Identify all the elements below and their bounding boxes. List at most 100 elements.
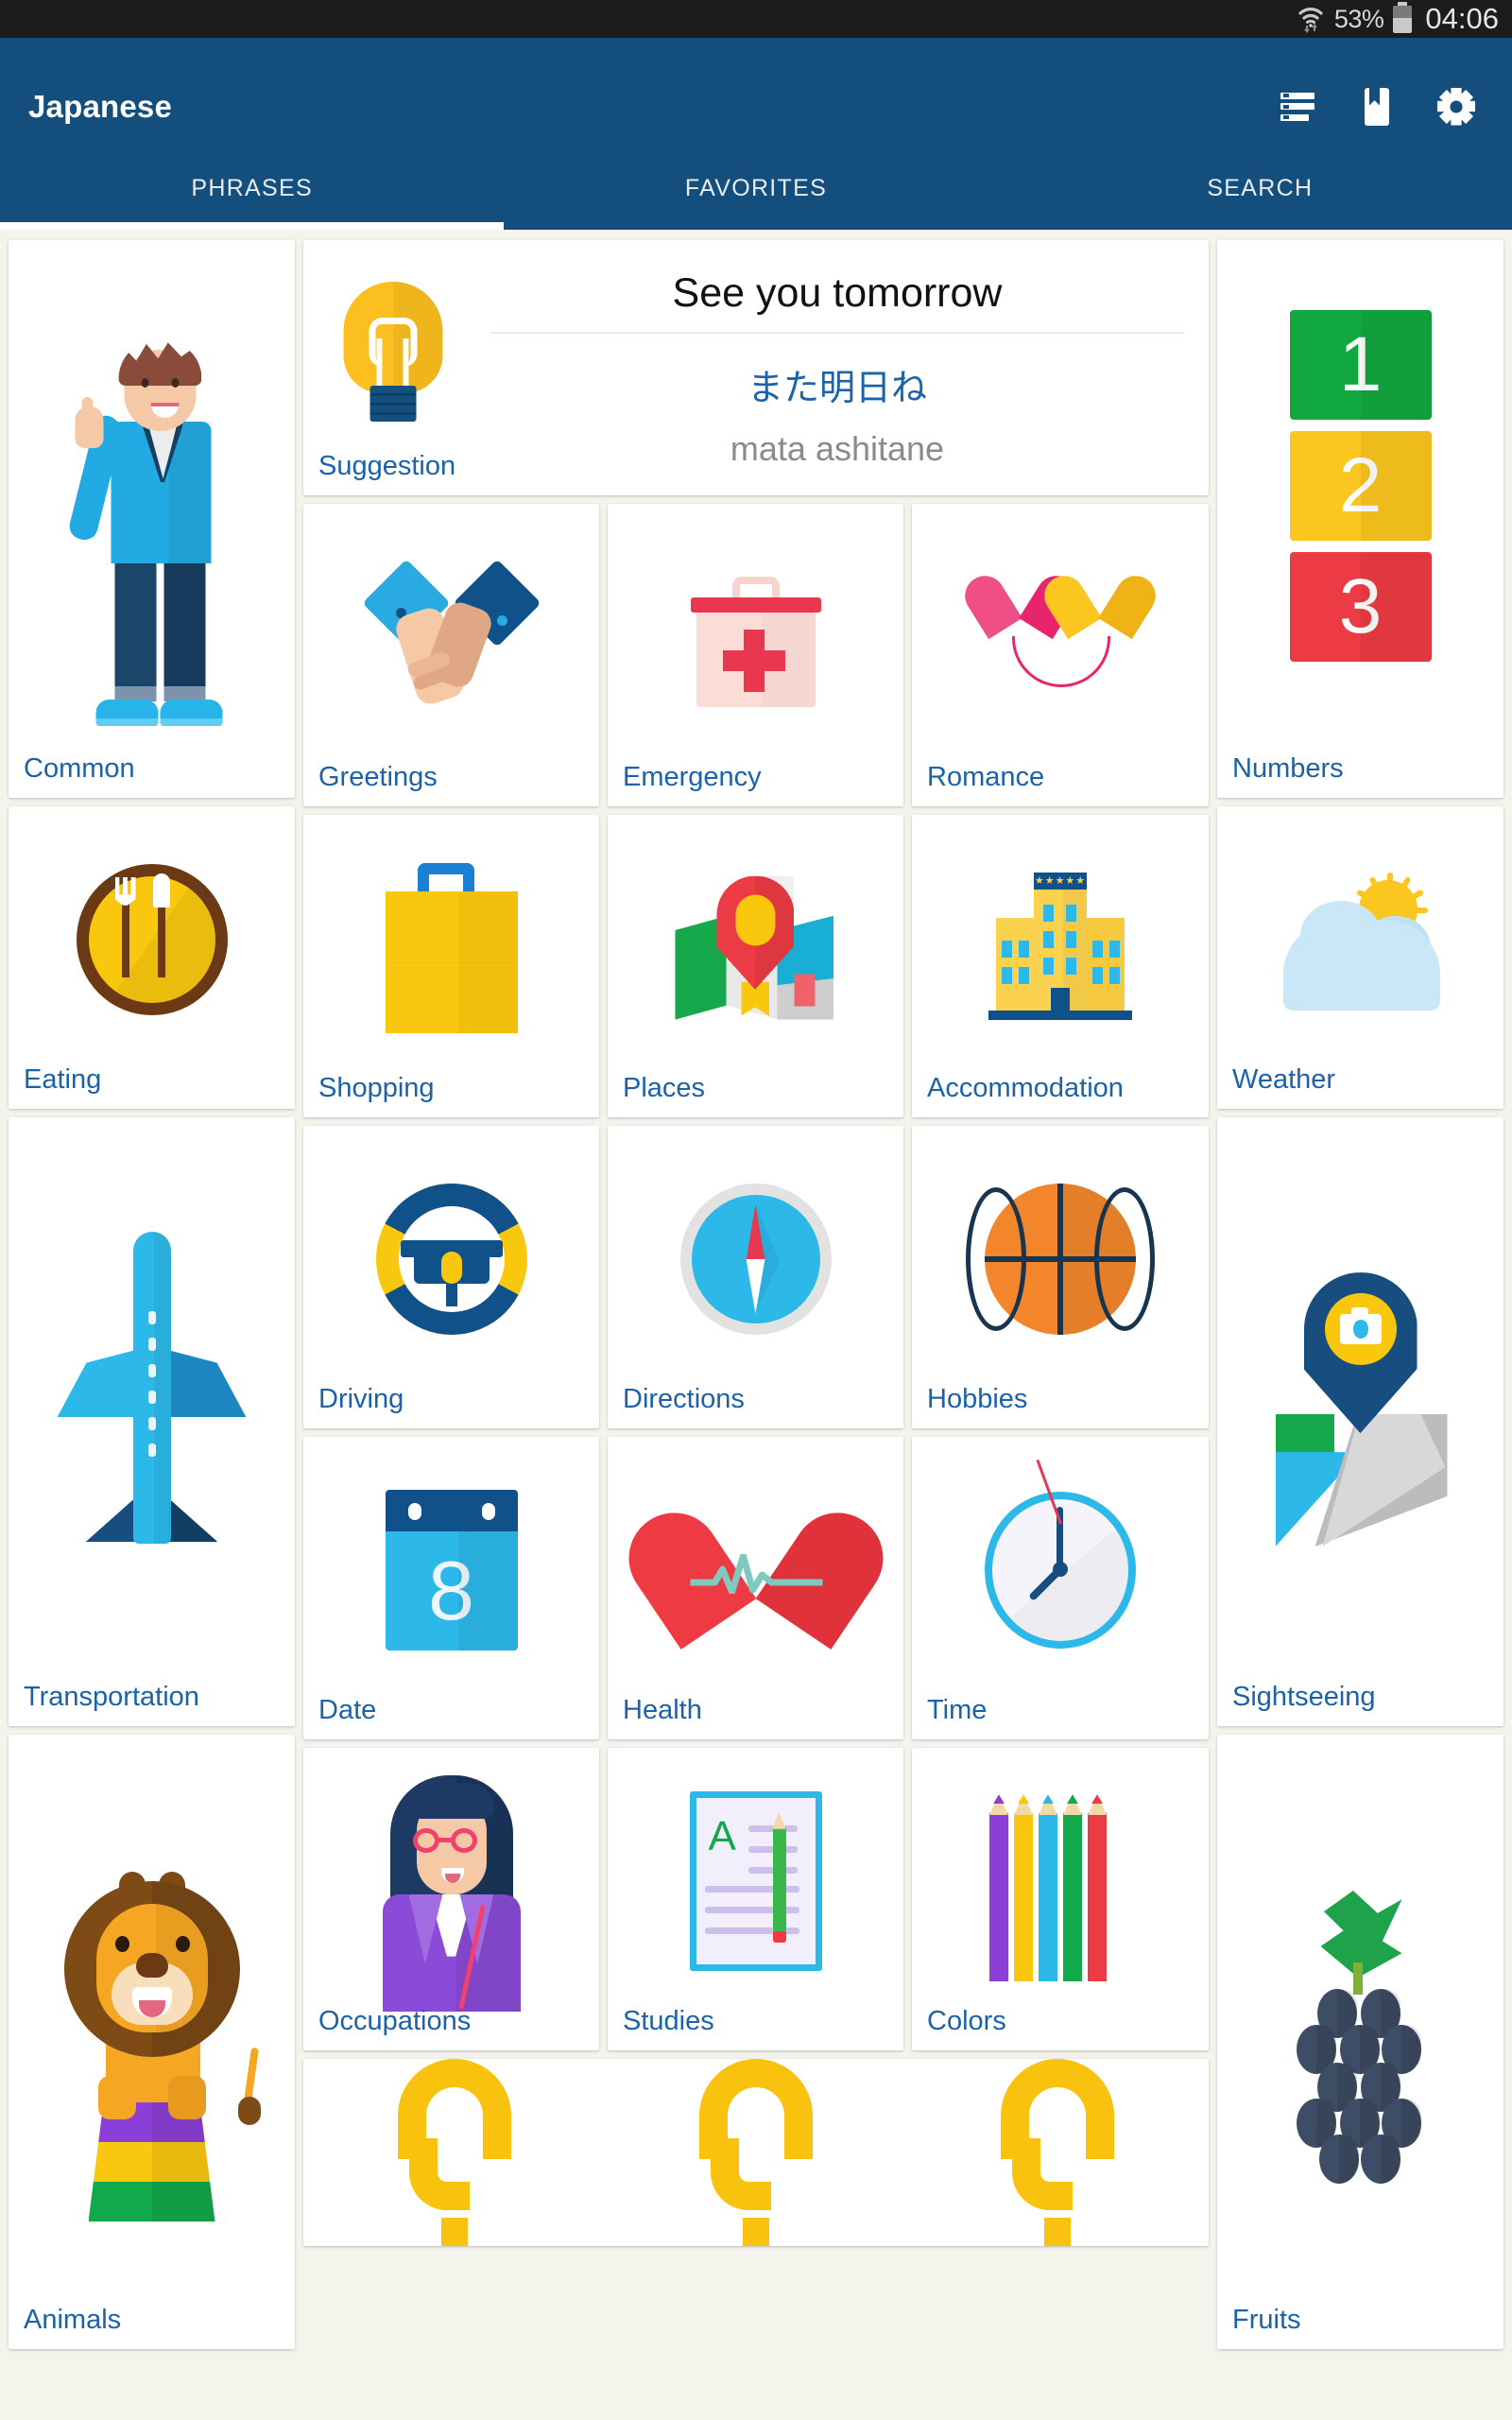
battery-percent: 53% [1333,4,1384,33]
category-tile-occupations[interactable]: Occupations [303,1748,599,2050]
category-tile-time[interactable]: Time [912,1437,1209,1739]
battery-icon [1393,1,1413,33]
category-grid: Common Eating Transportation Animals Sug… [0,230,1512,2420]
category-tile-greetings[interactable]: Greetings [303,504,599,806]
basketball-icon [912,1126,1209,1428]
grid-row-1: Greetings Emergency Romance [303,504,1209,806]
grid-row-2: Shopping Places ★★★★★ Accommodation [303,815,1209,1117]
grid-column-1: Common Eating Transportation Animals [9,240,295,2420]
calendar-icon: 8 [303,1437,599,1739]
category-tile-studies[interactable]: A Studies [608,1748,903,2050]
tab-phrases[interactable]: PHRASES [0,175,504,222]
list-icon[interactable] [1276,85,1319,129]
wifi-icon [1297,5,1325,34]
shopping-bag-icon [303,815,599,1117]
heart-balloons-icon [912,504,1209,806]
question-mark-icon [698,2059,813,2246]
category-tile-places[interactable]: Places [608,815,903,1117]
category-tile-animals[interactable]: Animals [9,1735,295,2349]
person-pointing-icon [9,240,295,798]
suggestion-card[interactable]: Suggestion See you tomorrow また明日ね mata a… [303,240,1209,495]
page-title: Japanese [28,88,173,124]
tab-favorites[interactable]: FAVORITES [504,175,1007,222]
category-label: Date [318,1695,377,1725]
category-label: Hobbies [927,1384,1028,1414]
grid-row-4: 8 Date Health Time [303,1437,1209,1739]
grid-row-3: Driving Directions Hobbies [303,1126,1209,1428]
gear-icon[interactable] [1435,85,1478,129]
grid-column-center: Suggestion See you tomorrow また明日ね mata a… [303,240,1209,2420]
lightbulb-icon: Suggestion [303,240,483,495]
grid-column-5: 1 2 3 Numbers Weather Sightseeing Fruits [1217,240,1503,2420]
category-tile-accommodation[interactable]: ★★★★★ Accommodation [912,815,1209,1117]
number-block-3: 3 [1289,551,1432,662]
camera-pin-map-icon [1217,1117,1503,1726]
hotel-building-icon: ★★★★★ [912,815,1209,1117]
category-label: Directions [623,1384,745,1414]
category-label: Places [623,1073,706,1103]
category-label: Animals [24,2305,122,2335]
studies-letter: A [708,1812,736,1859]
heart-pulse-icon [608,1437,903,1739]
map-pin-icon [608,815,903,1117]
category-tile-romance[interactable]: Romance [912,504,1209,806]
businesswoman-icon [303,1748,599,2050]
category-tile-shopping[interactable]: Shopping [303,815,599,1117]
suggestion-english: See you tomorrow [672,270,1003,316]
lion-icon [9,1735,295,2349]
question-mark-icon [1001,2059,1115,2246]
hotel-stars: ★★★★★ [1034,872,1087,890]
notebook-pencil-icon: A [608,1748,903,2050]
category-tile-eating[interactable]: Eating [9,806,295,1109]
category-label: Emergency [623,762,762,792]
suggestion-label: Suggestion [318,451,456,481]
category-label: Numbers [1232,753,1344,784]
handshake-icon [303,504,599,806]
tab-bar: PHRASES FAVORITES SEARCH [0,175,1512,222]
category-tile-driving[interactable]: Driving [303,1126,599,1428]
category-tile-hobbies[interactable]: Hobbies [912,1126,1209,1428]
category-tile-date[interactable]: 8 Date [303,1437,599,1739]
airplane-icon [9,1117,295,1726]
plate-cutlery-icon [9,806,295,1109]
suggestion-romaji: mata ashitane [730,429,945,468]
category-tile-placeholder-group[interactable] [303,2059,1209,2246]
clock-icon [912,1437,1209,1739]
category-label: Accommodation [927,1073,1124,1103]
bookmark-icon[interactable] [1355,85,1399,129]
category-label: Colors [927,2006,1006,2036]
category-tile-health[interactable]: Health [608,1437,903,1739]
compass-icon [608,1126,903,1428]
category-tile-fruits[interactable]: Fruits [1217,1735,1503,2349]
first-aid-kit-icon [608,504,903,806]
category-label: Driving [318,1384,404,1414]
category-tile-sightseeing[interactable]: Sightseeing [1217,1117,1503,1726]
category-label: Fruits [1232,2305,1301,2335]
category-label: Greetings [318,762,438,792]
category-tile-emergency[interactable]: Emergency [608,504,903,806]
category-label: Sightseeing [1232,1682,1376,1712]
app-bar: Japanese [0,38,1512,175]
suggestion-text: See you tomorrow また明日ね mata ashitane [483,240,1209,495]
grapes-icon [1217,1735,1503,2349]
tab-indicator [0,222,1512,230]
category-tile-numbers[interactable]: 1 2 3 Numbers [1217,240,1503,798]
category-tile-transportation[interactable]: Transportation [9,1117,295,1726]
tab-search[interactable]: SEARCH [1008,175,1512,222]
category-label: Studies [623,2006,714,2036]
colored-pencils-icon [912,1748,1209,2050]
category-tile-colors[interactable]: Colors [912,1748,1209,2050]
question-mark-icon [397,2059,511,2246]
category-label: Transportation [24,1682,199,1712]
category-label: Weather [1232,1064,1336,1095]
category-tile-common[interactable]: Common [9,240,295,798]
category-label: Shopping [318,1073,435,1103]
number-blocks-icon: 1 2 3 [1217,240,1503,798]
category-tile-weather[interactable]: Weather [1217,806,1503,1109]
app-bar-actions [1276,85,1486,129]
category-tile-directions[interactable]: Directions [608,1126,903,1428]
category-label: Occupations [318,2006,472,2036]
sun-cloud-icon [1217,806,1503,1109]
category-label: Common [24,753,135,784]
category-label: Time [927,1695,988,1725]
